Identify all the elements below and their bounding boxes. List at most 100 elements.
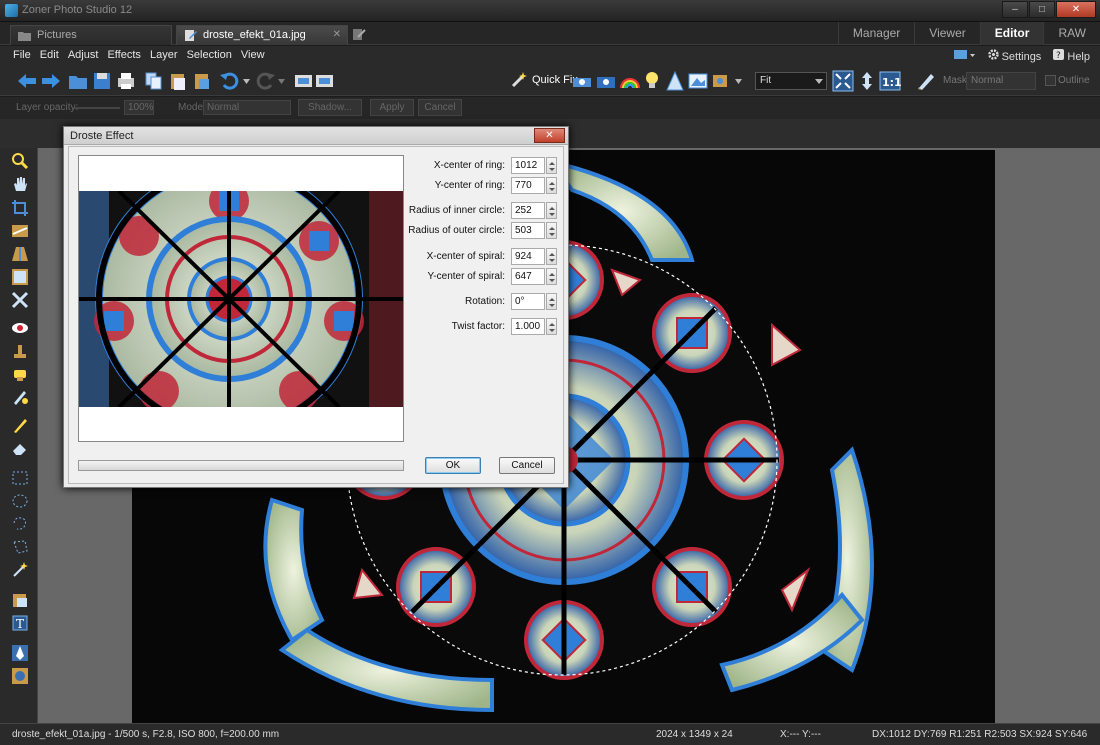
tab-document[interactable]: droste_efekt_01a.jpg ✕: [176, 25, 348, 45]
x-center-spiral-spinner[interactable]: [546, 248, 557, 265]
paste-as-layer-icon[interactable]: [191, 70, 213, 92]
ellipse-select-icon[interactable]: [11, 492, 29, 510]
settings-label: Settings: [1001, 51, 1042, 63]
new-tab-icon[interactable]: [352, 28, 366, 41]
enhance-icon[interactable]: [571, 70, 593, 92]
y-center-ring-spinner[interactable]: [546, 177, 557, 194]
field-twist-factor: Twist factor: 1.000: [407, 318, 557, 336]
red-eye-tool-icon[interactable]: [11, 319, 29, 337]
brush-tool-icon[interactable]: [11, 416, 29, 434]
camera-icon[interactable]: [595, 70, 617, 92]
redo-dropdown-icon[interactable]: [278, 79, 285, 84]
menu-effects[interactable]: Effects: [104, 46, 143, 61]
back-arrow-icon[interactable]: [16, 70, 38, 92]
mode-editor[interactable]: Editor: [979, 22, 1044, 45]
field-label: X-center of spiral:: [426, 251, 505, 262]
y-center-spiral-input[interactable]: 647: [511, 268, 545, 285]
x-center-ring-spinner[interactable]: [546, 157, 557, 174]
color-picker-icon[interactable]: [11, 667, 29, 685]
mode-manager[interactable]: Manager: [837, 22, 914, 45]
minimize-button[interactable]: –: [1002, 1, 1028, 18]
retouch-tool-icon[interactable]: [11, 388, 29, 406]
canvas-tool-icon[interactable]: [11, 268, 29, 286]
y-center-spiral-spinner[interactable]: [546, 268, 557, 285]
clone-stamp-icon[interactable]: [11, 342, 29, 360]
magic-select-icon[interactable]: [11, 561, 29, 579]
tab-pictures[interactable]: Pictures: [10, 25, 172, 45]
effects-dropdown-icon[interactable]: [711, 70, 733, 92]
effects-dropdown-arrow-icon[interactable]: [735, 79, 742, 84]
menu-edit[interactable]: Edit: [37, 46, 62, 61]
sharpen-icon[interactable]: [664, 70, 686, 92]
paste-icon[interactable]: [167, 70, 189, 92]
quick-fix-button[interactable]: Quick Fix: [511, 71, 578, 88]
print-icon[interactable]: [115, 70, 137, 92]
lightbulb-icon[interactable]: [641, 70, 663, 92]
color-rainbow-icon[interactable]: [619, 70, 641, 92]
straighten-tool-icon[interactable]: [11, 222, 29, 240]
lasso-select-icon[interactable]: [11, 515, 29, 533]
close-button[interactable]: ✕: [1056, 1, 1096, 18]
mode-viewer[interactable]: Viewer: [914, 22, 979, 45]
rect-select-icon[interactable]: [11, 469, 29, 487]
dialog-close-button[interactable]: ✕: [534, 128, 565, 143]
maximize-button[interactable]: □: [1029, 1, 1055, 18]
menu-selection[interactable]: Selection: [184, 46, 235, 61]
inner-radius-spinner[interactable]: [546, 202, 557, 219]
droste-preview-image: [79, 165, 403, 433]
undo-icon[interactable]: [219, 70, 241, 92]
healing-brush-icon[interactable]: [11, 365, 29, 383]
polygon-select-icon[interactable]: [11, 538, 29, 556]
pen-tool-icon[interactable]: [11, 644, 29, 662]
x-center-spiral-input[interactable]: 924: [511, 248, 545, 265]
undo-dropdown-icon[interactable]: [243, 79, 250, 84]
redo-icon[interactable]: [254, 70, 276, 92]
compare-icon[interactable]: [293, 70, 335, 92]
eraser-tool-icon[interactable]: [11, 439, 29, 457]
menu-file[interactable]: File: [10, 46, 34, 61]
tab-close-icon[interactable]: ✕: [333, 29, 341, 40]
apply-button: Apply: [370, 99, 414, 116]
field-inner-radius: Radius of inner circle: 252: [407, 202, 557, 220]
forward-arrow-icon[interactable]: [40, 70, 62, 92]
menu-adjust[interactable]: Adjust: [65, 46, 102, 61]
menu-view[interactable]: View: [238, 46, 268, 61]
outer-radius-spinner[interactable]: [546, 222, 557, 239]
layer-opacity-label: Layer opacity:: [16, 102, 79, 113]
distort-tool-icon[interactable]: [11, 291, 29, 309]
fit-height-icon[interactable]: [856, 70, 878, 92]
ok-button[interactable]: OK: [425, 457, 481, 474]
outer-radius-input[interactable]: 503: [511, 222, 545, 239]
twist-factor-input[interactable]: 1.000: [511, 318, 545, 335]
mode-raw[interactable]: RAW: [1043, 22, 1100, 45]
help-button[interactable]: ? Help: [1053, 49, 1090, 63]
fit-to-window-icon[interactable]: [832, 70, 854, 92]
menu-layer[interactable]: Layer: [147, 46, 181, 61]
picture-effect-icon[interactable]: [687, 70, 709, 92]
settings-button[interactable]: Settings: [987, 49, 1042, 63]
tab-label: Pictures: [37, 29, 77, 41]
zoom-tool-icon[interactable]: [11, 152, 29, 170]
copy-icon[interactable]: [143, 70, 165, 92]
brush-icon[interactable]: [915, 70, 937, 92]
rotation-input[interactable]: 0°: [511, 293, 545, 310]
status-dimensions: 2024 x 1349 x 24: [656, 729, 733, 740]
rotation-spinner[interactable]: [546, 293, 557, 310]
zoom-select[interactable]: Fit: [755, 72, 827, 90]
save-icon[interactable]: [91, 70, 113, 92]
x-center-ring-input[interactable]: 1012: [511, 157, 545, 174]
perspective-tool-icon[interactable]: [11, 245, 29, 263]
crop-tool-icon[interactable]: [11, 199, 29, 217]
insert-layer-icon[interactable]: [11, 591, 29, 609]
twist-factor-spinner[interactable]: [546, 318, 557, 335]
y-center-ring-input[interactable]: 770: [511, 177, 545, 194]
inner-radius-input[interactable]: 252: [511, 202, 545, 219]
actual-size-icon[interactable]: 1:1: [879, 70, 901, 92]
cancel-button[interactable]: Cancel: [499, 457, 555, 474]
monitor-icon[interactable]: [953, 49, 976, 62]
text-layer-icon[interactable]: T: [11, 614, 29, 632]
hand-tool-icon[interactable]: [11, 175, 29, 193]
open-folder-icon[interactable]: [67, 70, 89, 92]
dialog-body: X-center of ring: 1012 Y-center of ring:…: [68, 146, 564, 484]
dialog-title-bar[interactable]: Droste Effect ✕: [64, 127, 568, 145]
